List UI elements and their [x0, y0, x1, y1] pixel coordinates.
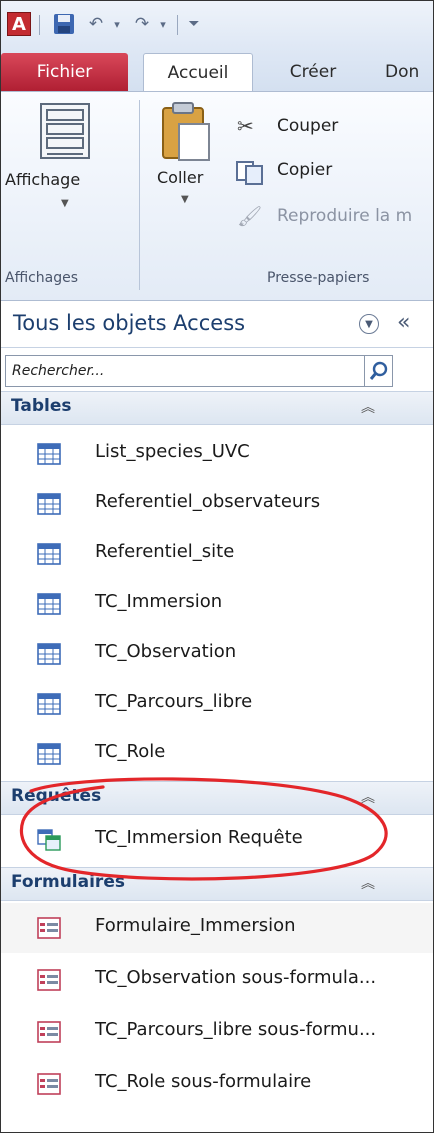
- access-logo[interactable]: A: [7, 12, 31, 36]
- copier-label: Copier: [277, 160, 333, 180]
- item-label: TC_Observation sous-formula...: [95, 967, 377, 988]
- affichage-label: Affichage: [5, 170, 81, 189]
- redo-dropdown-icon[interactable]: ▾: [155, 11, 171, 37]
- section-header-formulaires[interactable]: Formulaires ︽: [1, 867, 433, 901]
- ribbon: Affichage ▼ Affichages Coller ▼ ✂ Couper: [1, 91, 433, 301]
- search-button[interactable]: [365, 355, 393, 387]
- toolbar-divider: [177, 15, 178, 35]
- ribbon-tabs: Fichier Accueil Créer Don: [1, 47, 433, 92]
- search-input[interactable]: [6, 356, 364, 386]
- customize-toolbar-icon[interactable]: ⏷: [183, 11, 205, 37]
- item-label: TC_Role: [95, 741, 166, 762]
- chevron-up-icon[interactable]: ︽: [361, 873, 375, 893]
- tab-donnees-externes[interactable]: Don: [385, 53, 433, 91]
- table-icon: [37, 743, 61, 765]
- section-title: Formulaires: [11, 872, 125, 892]
- table-icon: [37, 493, 61, 515]
- section-title: Tables: [11, 396, 72, 416]
- nav-pane-title[interactable]: Tous les objets Access: [13, 311, 245, 335]
- list-item[interactable]: TC_Parcours_libre: [1, 679, 433, 729]
- toolbar-divider: [39, 15, 40, 35]
- group-divider: [139, 100, 140, 290]
- redo-icon[interactable]: ↷: [129, 11, 155, 37]
- form-icon: [37, 969, 61, 991]
- couper-button[interactable]: ✂ Couper: [233, 114, 433, 144]
- list-item[interactable]: TC_Immersion: [1, 579, 433, 629]
- collapse-pane-icon[interactable]: «: [397, 310, 410, 335]
- list-item[interactable]: Referentiel_observateurs: [1, 479, 433, 529]
- chevron-down-icon: ▼: [181, 194, 189, 205]
- paste-icon: [162, 102, 210, 161]
- list-item[interactable]: TC_Role sous-formulaire: [1, 1059, 433, 1109]
- item-label: TC_Parcours_libre sous-formu...: [95, 1019, 377, 1040]
- affichage-button[interactable]: Affichage ▼: [3, 100, 133, 260]
- table-icon: [37, 643, 61, 665]
- item-label: TC_Immersion: [95, 591, 223, 612]
- chevron-up-icon[interactable]: ︽: [361, 787, 375, 807]
- list-item[interactable]: List_species_UVC: [1, 429, 433, 479]
- group-label-affichages: Affichages: [5, 270, 79, 286]
- chevron-up-icon[interactable]: ︽: [361, 397, 375, 417]
- search-field[interactable]: [5, 355, 365, 387]
- table-icon: [37, 593, 61, 615]
- save-icon[interactable]: [51, 11, 77, 37]
- form-icon: [37, 917, 61, 939]
- query-icon: [37, 829, 61, 851]
- nav-menu-dropdown-icon[interactable]: ▼: [359, 314, 379, 334]
- list-item[interactable]: TC_Parcours_libre sous-formu...: [1, 1007, 433, 1057]
- access-window: A ↶ ▾ ↷ ▾ ⏷ Fichier Accueil Créer Don Af…: [0, 0, 434, 1133]
- tab-accueil[interactable]: Accueil: [143, 53, 253, 92]
- form-icon: [37, 1021, 61, 1043]
- list-item[interactable]: TC_Observation: [1, 629, 433, 679]
- undo-dropdown-icon[interactable]: ▾: [109, 11, 125, 37]
- item-label: TC_Observation: [95, 641, 237, 662]
- tab-creer[interactable]: Créer: [273, 53, 353, 91]
- list-item[interactable]: TC_Role: [1, 729, 433, 779]
- list-item[interactable]: TC_Immersion Requête: [1, 815, 433, 865]
- list-item[interactable]: Referentiel_site: [1, 529, 433, 579]
- section-header-tables[interactable]: Tables ︽: [1, 391, 433, 425]
- couper-label: Couper: [277, 116, 339, 136]
- item-label: TC_Role sous-formulaire: [95, 1071, 312, 1092]
- navigation-pane-header[interactable]: Tous les objets Access ▼ «: [1, 301, 433, 348]
- reproduire-mise-en-forme-button[interactable]: 🖌 Reproduire la m: [233, 204, 433, 234]
- undo-icon[interactable]: ↶: [83, 11, 109, 37]
- chevron-down-icon: ▼: [61, 198, 69, 209]
- item-label: TC_Parcours_libre: [95, 691, 253, 712]
- item-label: TC_Immersion Requête: [95, 827, 303, 848]
- item-label: Formulaire_Immersion: [95, 915, 296, 936]
- item-label: Referentiel_site: [95, 541, 235, 562]
- section-header-requetes[interactable]: Requêtes ︽: [1, 781, 433, 815]
- copier-button[interactable]: Copier: [233, 158, 433, 188]
- list-item[interactable]: Formulaire_Immersion: [1, 903, 433, 953]
- section-title: Requêtes: [11, 786, 102, 806]
- search-icon: [369, 361, 387, 380]
- list-item[interactable]: TC_Observation sous-formula...: [1, 955, 433, 1005]
- group-label-presse-papiers: Presse-papiers: [267, 270, 370, 286]
- quick-access-toolbar: A ↶ ▾ ↷ ▾ ⏷: [1, 1, 433, 47]
- table-icon: [37, 443, 61, 465]
- form-icon: [37, 1073, 61, 1095]
- item-label: Referentiel_observateurs: [95, 491, 321, 512]
- table-icon: [37, 543, 61, 565]
- coller-button[interactable]: Coller ▼: [145, 100, 225, 260]
- scissors-icon: ✂: [237, 114, 254, 138]
- view-icon: [40, 103, 90, 159]
- table-icon: [37, 693, 61, 715]
- tab-fichier[interactable]: Fichier: [1, 53, 128, 91]
- coller-label: Coller: [157, 168, 204, 187]
- format-painter-icon: 🖌: [237, 204, 263, 228]
- copy-icon: [236, 161, 263, 185]
- item-label: List_species_UVC: [95, 441, 250, 462]
- reproduire-label: Reproduire la m: [277, 206, 413, 226]
